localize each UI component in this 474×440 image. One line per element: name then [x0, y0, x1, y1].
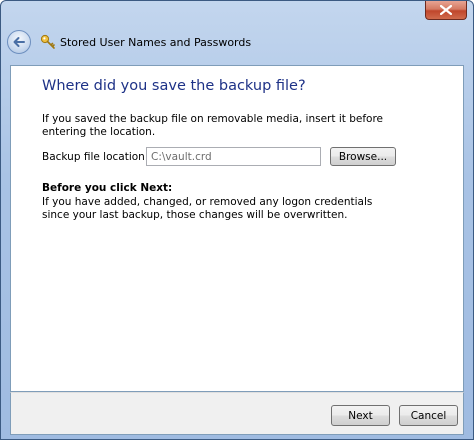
intro-text: If you saved the backup file on removabl…: [42, 113, 383, 138]
page-heading: Where did you save the backup file?: [42, 78, 306, 94]
back-arrow-icon: [13, 37, 25, 47]
location-row: Backup file location: Browse...: [42, 147, 402, 167]
close-icon: [440, 5, 452, 15]
navigation-bar: Stored User Names and Passwords: [7, 29, 251, 55]
key-icon: [40, 34, 56, 50]
wizard-window: Stored User Names and Passwords Where di…: [0, 0, 474, 440]
backup-location-input[interactable]: [146, 147, 321, 166]
browse-button[interactable]: Browse...: [330, 147, 396, 166]
warning-title: Before you click Next:: [42, 182, 173, 194]
next-button[interactable]: Next: [331, 405, 390, 426]
back-button[interactable]: [7, 30, 31, 54]
cancel-button[interactable]: Cancel: [399, 405, 458, 426]
warning-text: If you have added, changed, or removed a…: [42, 196, 373, 221]
button-bar: Next Cancel: [10, 392, 464, 435]
content-panel: Where did you save the backup file? If y…: [10, 65, 464, 392]
location-label: Backup file location:: [42, 151, 149, 163]
close-button[interactable]: [425, 1, 467, 20]
window-title: Stored User Names and Passwords: [60, 35, 252, 49]
